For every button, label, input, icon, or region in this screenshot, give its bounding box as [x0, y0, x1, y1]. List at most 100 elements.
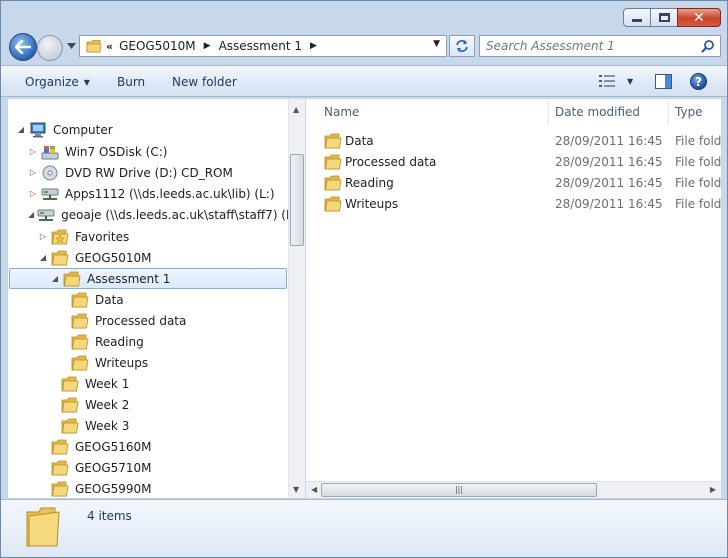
help-icon[interactable]: ? [690, 73, 707, 90]
folder-icon [324, 154, 342, 170]
address-row: « GEOG5010M ▶ Assessment 1 ▶ ▼ [1, 31, 727, 63]
burn-button[interactable]: Burn [117, 75, 145, 89]
expanded-arrow-icon[interactable]: ◢ [28, 210, 34, 219]
tree-item[interactable]: ◢ geoaje (\\ds.leeds.ac.uk\staff\staff7) … [8, 204, 304, 225]
file-list-horizontal-scrollbar[interactable]: ◀ ||| ▶ [306, 481, 721, 498]
search-box[interactable] [479, 35, 721, 57]
column-header-name[interactable]: Name [324, 105, 359, 119]
file-name-label: Writeups [345, 197, 399, 211]
network-drive-icon [41, 186, 59, 202]
collapsed-arrow-icon[interactable]: ▷ [28, 189, 38, 198]
column-divider[interactable] [668, 101, 669, 123]
search-icon[interactable] [701, 39, 715, 53]
tree-item-label: GEOG5160M [75, 439, 152, 454]
tree-item[interactable]: Writeups [8, 352, 288, 373]
explorer-window: ✕ « GEOG5010M ▶ Assessment 1 ▶ ▼ Search … [0, 0, 728, 558]
folder-icon [61, 376, 79, 392]
tree-item[interactable]: Week 1 [8, 373, 288, 394]
scroll-right-icon[interactable]: ▶ [710, 485, 716, 494]
tree-item-label: Apps1112 (\\ds.leeds.ac.uk\lib) (L:) [65, 186, 275, 201]
tree-item-label: Computer [53, 122, 113, 137]
collapsed-arrow-icon[interactable]: ▷ [38, 232, 48, 241]
tree-item[interactable]: ▷ Favorites [8, 226, 288, 247]
address-bar[interactable]: « GEOG5010M ▶ Assessment 1 ▶ ▼ [79, 35, 447, 57]
tree-item[interactable]: Week 3 [8, 415, 288, 436]
organize-label: Organize [25, 75, 79, 89]
file-row[interactable]: Writeups 28/09/2011 16:45 File folder [306, 193, 721, 214]
tree-item[interactable]: GEOG5710M [8, 457, 288, 478]
breadcrumb-separator-icon[interactable]: ▶ [310, 41, 317, 51]
change-view-button[interactable]: ▼ [599, 75, 633, 87]
tree-item-label: Win7 OSDisk (C:) [65, 144, 168, 159]
scroll-down-icon[interactable]: ▼ [293, 485, 299, 494]
expanded-arrow-icon[interactable]: ◢ [50, 274, 60, 283]
tree-item[interactable]: ▷ Apps1112 (\\ds.leeds.ac.uk\lib) (L:) [8, 183, 288, 204]
organize-button[interactable]: Organize ▼ [25, 75, 90, 89]
forward-button[interactable] [37, 35, 63, 61]
expanded-arrow-icon[interactable]: ◢ [38, 253, 48, 262]
navigation-scrollbar[interactable]: ▲ ▼ [288, 99, 305, 498]
navigation-pane: ◢ Computer ▷ Win7 OSDisk (C:) ▷ DVD RW Drive … [8, 99, 305, 498]
breadcrumb-label: GEOG5010M [119, 39, 196, 53]
refresh-button[interactable] [449, 35, 475, 57]
breadcrumb-overflow[interactable]: « [106, 40, 113, 53]
collapsed-arrow-icon[interactable]: ▷ [28, 147, 38, 156]
tree-item[interactable]: Reading [8, 331, 288, 352]
system-drive-icon [41, 144, 59, 160]
preview-pane-icon[interactable] [655, 74, 672, 89]
scrollbar-thumb[interactable]: ||| [321, 483, 597, 497]
breadcrumb-item[interactable]: Assessment 1 [219, 39, 302, 53]
back-button[interactable] [9, 33, 37, 61]
folder-icon [71, 355, 89, 371]
new-folder-button[interactable]: New folder [172, 75, 237, 89]
tree-item[interactable]: GEOG5160M [8, 436, 288, 457]
file-name-cell: Writeups [324, 196, 398, 212]
maximize-button[interactable] [650, 8, 678, 27]
tree-item[interactable]: ▷ DVD RW Drive (D:) CD_ROM [8, 162, 288, 183]
file-row[interactable]: Reading 28/09/2011 16:45 File folder [306, 172, 721, 193]
tree-item[interactable]: ◢ Assessment 1 [9, 268, 287, 289]
tree-item[interactable]: ◢ Computer [8, 119, 288, 140]
tree-item[interactable]: GEOG5990M [8, 478, 288, 498]
file-row[interactable]: Data 28/09/2011 16:45 File folder [306, 130, 721, 151]
tree-item-label: Reading [95, 334, 144, 349]
recent-pages-chevron-icon[interactable] [67, 43, 76, 49]
tree-item[interactable]: ▷ Win7 OSDisk (C:) [8, 141, 288, 162]
tree-item[interactable]: Week 2 [8, 394, 288, 415]
column-header-date[interactable]: Date modified [555, 105, 640, 119]
column-divider[interactable] [548, 101, 549, 123]
breadcrumb-item[interactable]: GEOG5010M [119, 39, 196, 53]
file-date-cell: 28/09/2011 16:45 [555, 176, 663, 190]
folder-icon [61, 418, 79, 434]
close-button[interactable]: ✕ [677, 8, 721, 27]
view-options-chevron-icon[interactable]: ▼ [627, 77, 633, 86]
tree-item[interactable]: Processed data [8, 310, 288, 331]
folder-icon [51, 481, 69, 497]
address-dropdown-icon[interactable]: ▼ [433, 39, 440, 49]
folder-icon [51, 460, 69, 476]
collapsed-arrow-icon[interactable]: ▷ [28, 168, 38, 177]
tree-item-label: Processed data [95, 313, 187, 328]
network-drive-icon [37, 207, 55, 223]
search-input[interactable] [480, 36, 690, 56]
expanded-arrow-icon[interactable]: ◢ [16, 125, 26, 134]
tree-item[interactable]: Data [8, 289, 288, 310]
tree-item-label: Data [95, 292, 124, 307]
tree-item-label: Favorites [75, 229, 130, 244]
scroll-up-icon[interactable]: ▲ [293, 105, 299, 114]
scroll-left-icon[interactable]: ◀ [311, 485, 317, 494]
file-type-cell: File folder [675, 197, 721, 211]
minimize-button[interactable] [623, 8, 651, 27]
file-type-cell: File folder [675, 176, 721, 190]
column-header-type[interactable]: Type [675, 105, 703, 119]
minimize-icon [632, 19, 642, 22]
tree-item[interactable]: ◢ GEOG5010M [8, 247, 288, 268]
tree-item-label: Assessment 1 [87, 271, 171, 286]
scrollbar-thumb[interactable] [290, 154, 304, 246]
favorites-folder-icon [51, 229, 69, 245]
file-row[interactable]: Processed data 28/09/2011 16:45 File folde… [306, 151, 721, 172]
computer-icon [29, 122, 47, 138]
dvd-drive-icon [41, 165, 59, 181]
column-headers: Name Date modified Type [306, 99, 721, 124]
breadcrumb-separator-icon[interactable]: ▶ [204, 41, 211, 51]
